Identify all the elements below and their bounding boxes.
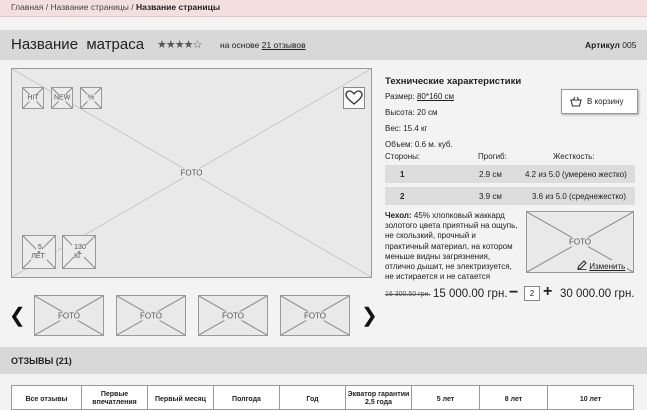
heart-icon <box>345 90 363 105</box>
favorite-button[interactable] <box>343 87 365 109</box>
spec-size-label: Размер: <box>385 92 415 101</box>
sku-label: Артикул <box>585 40 620 50</box>
basket-icon <box>570 96 582 107</box>
reviews-link[interactable]: 21 отзывов <box>262 40 306 50</box>
badge-weight-label: 130 КГ <box>72 244 86 260</box>
thumbnail[interactable]: FOTO <box>34 295 104 336</box>
reviews-summary: на основе 21 отзывов <box>220 40 306 50</box>
thumbnail[interactable]: FOTO <box>198 295 268 336</box>
breadcrumb-current: Название страницы <box>135 2 221 12</box>
sku-value: 005 <box>622 40 637 50</box>
quantity-input[interactable]: 2 <box>524 286 540 301</box>
size-selector-link[interactable]: 80*160 см <box>417 92 454 101</box>
breadcrumb-page-link[interactable]: Название страницы <box>50 2 128 12</box>
cover-text: 45% хлопковый жаккард золотого цвета при… <box>385 211 518 282</box>
spec-size: Размер: 80*160 см <box>385 92 454 101</box>
row-sag: 2.9 см <box>479 170 502 179</box>
spec-table-row: 1 2.9 см 4.2 из 5.0 (умерено жестко) <box>385 165 635 183</box>
col-sides-header: Стороны: <box>385 152 421 161</box>
badge-hit-label: HIT <box>25 94 41 102</box>
add-to-cart-label: В корзину <box>587 97 624 106</box>
cover-description: Чехол: 45% хлопковый жаккард золотого цв… <box>385 211 520 282</box>
tab-all-reviews[interactable]: Все отзывы <box>12 386 82 409</box>
badge-hit: HIT <box>22 87 44 109</box>
cover-photo-label: FOTO <box>566 237 594 247</box>
breadcrumb: Главная / Название страницы / Название с… <box>0 0 647 17</box>
cover-label: Чехол: <box>385 211 412 220</box>
product-title: Название матраса <box>11 36 145 53</box>
tab-first-impressions[interactable]: Первые впечатления <box>82 386 148 409</box>
col-sag-header: Прогиб: <box>478 152 507 161</box>
thumbnail[interactable]: FOTO <box>116 295 186 336</box>
total-price: 30 000.00 грн. <box>560 288 635 300</box>
reviews-heading: ОТЗЫВЫ (21) <box>11 356 72 366</box>
badge-discount-label: % <box>85 94 97 102</box>
row-stiffness: 3.6 из 5.0 (среднежестко) <box>532 192 627 201</box>
col-stiffness-header: Жесткость: <box>553 152 595 161</box>
reviews-header: ОТЗЫВЫ (21) <box>0 347 647 374</box>
edit-cover-link[interactable]: Изменить <box>575 260 628 271</box>
tab-half-year[interactable]: Полгода <box>214 386 280 409</box>
tab-5-years[interactable]: 5 лет <box>412 386 480 409</box>
thumbnail-label: FOTO <box>137 311 165 320</box>
breadcrumb-separator: / <box>45 2 49 12</box>
spec-table-row: 2 3.9 см 3.6 из 5.0 (среднежестко) <box>385 187 635 205</box>
tab-10-years[interactable]: 10 лет <box>548 386 633 409</box>
thumbnail-label: FOTO <box>219 311 247 320</box>
edit-icon <box>577 260 587 270</box>
tab-warranty-equator[interactable]: Экватор гарантии 2,5 года <box>346 386 412 409</box>
badge-new-label: NEW <box>52 94 72 102</box>
spec-weight: Вес: 15.4 кг <box>385 124 428 133</box>
tab-8-years[interactable]: 8 лет <box>480 386 548 409</box>
breadcrumb-home-link[interactable]: Главная <box>11 2 43 12</box>
row-side: 2 <box>400 192 405 201</box>
row-sag: 3.9 см <box>479 192 502 201</box>
badge-discount: % <box>80 87 102 109</box>
tab-first-month[interactable]: Первый месяц <box>148 386 214 409</box>
breadcrumb-separator: / <box>131 2 134 12</box>
badge-years-label: 5 ЛЕТ <box>31 244 47 260</box>
main-photo-label: FOTO <box>178 168 205 178</box>
thumbnail-label: FOTO <box>301 311 329 320</box>
decrease-quantity-button[interactable]: − <box>509 284 518 302</box>
reviews-tabs: Все отзывы Первые впечатления Первый мес… <box>11 385 634 410</box>
row-side: 1 <box>400 170 405 179</box>
rating-stars: ★★★★☆ <box>157 39 202 51</box>
increase-quantity-button[interactable]: + <box>543 283 552 301</box>
add-to-cart-button[interactable]: В корзину <box>561 89 638 114</box>
badge-warranty-years: 5 ЛЕТ <box>22 235 56 269</box>
cover-photo: FOTO Изменить <box>526 211 634 273</box>
row-stiffness: 4.2 из 5.0 (умерено жестко) <box>525 170 627 179</box>
thumbnail[interactable]: FOTO <box>280 295 350 336</box>
product-header: Название матраса ★★★★☆ на основе 21 отзы… <box>0 30 647 60</box>
old-price: 16 300.50 грн. <box>385 291 431 298</box>
next-arrow-icon[interactable]: ❯ <box>361 303 378 328</box>
specs-heading: Технические характеристики <box>385 76 522 87</box>
spec-height: Высота: 20 см <box>385 108 438 117</box>
prev-arrow-icon[interactable]: ❮ <box>9 303 26 328</box>
edit-cover-label: Изменить <box>589 262 626 271</box>
reviews-prefix: на основе <box>220 40 260 50</box>
current-price: 15 000.00 грн. <box>433 288 508 300</box>
sku: Артикул 005 <box>585 40 636 50</box>
tab-year[interactable]: Год <box>280 386 346 409</box>
badge-new: NEW <box>51 87 73 109</box>
badge-max-weight: 130 КГ <box>62 235 96 269</box>
thumbnail-label: FOTO <box>55 311 83 320</box>
spec-volume: Объем: 0.6 м. куб. <box>385 140 453 149</box>
